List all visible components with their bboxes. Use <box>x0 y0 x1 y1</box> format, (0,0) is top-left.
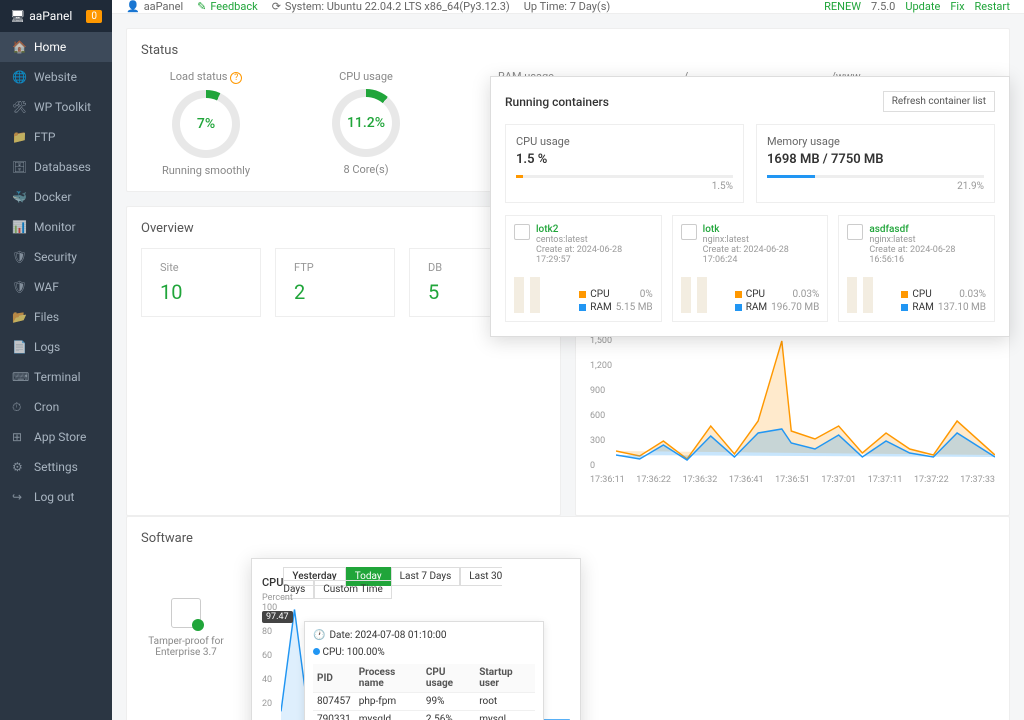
monitor-icon <box>514 224 530 240</box>
uptime: Up Time: 7 Day(s) <box>524 0 610 13</box>
file-lock-icon <box>171 598 201 628</box>
version-text: 7.5.0 <box>871 0 895 13</box>
sidebar-item-app-store[interactable]: ⊞App Store <box>0 422 112 452</box>
sidebar-item-wp-toolkit[interactable]: 🛠WP Toolkit <box>0 92 112 122</box>
monitor-icon <box>847 224 863 240</box>
process-table: PIDProcess nameCPU usageStartup user 807… <box>313 664 535 720</box>
app-store-icon: ⊞ <box>12 430 26 444</box>
cpu-chart-title: CPU <box>262 576 283 589</box>
tamper-proof[interactable]: Tamper-proof for Enterprise 3.7 <box>141 558 231 658</box>
sidebar-item-log-out[interactable]: ↪Log out <box>0 482 112 512</box>
logs-icon: 📄 <box>12 340 26 354</box>
main: 👤aaPanel ✎Feedback ⟳System: Ubuntu 22.04… <box>112 0 1024 720</box>
y-axis-title: Percent <box>262 593 293 603</box>
container-lotk2[interactable]: lotk2centos:latestCreate at: 2024-06-28 … <box>505 215 662 322</box>
topbar: 👤aaPanel ✎Feedback ⟳System: Ubuntu 22.04… <box>112 0 1024 14</box>
sidebar-item-logs[interactable]: 📄Logs <box>0 332 112 362</box>
sidebar-item-waf[interactable]: 🛡WAF <box>0 272 112 302</box>
databases-icon: 🗄 <box>12 160 26 174</box>
gauge-loadstatus[interactable]: Load status ?7%Running smoothly <box>141 70 271 177</box>
software-title: Software <box>141 531 995 546</box>
overview-title: Overview <box>141 221 546 236</box>
sidebar-item-website[interactable]: 🌐Website <box>0 62 112 92</box>
sidebar-item-docker[interactable]: 🐳Docker <box>0 182 112 212</box>
sidebar-item-settings[interactable]: ⚙Settings <box>0 452 112 482</box>
files-icon: 📂 <box>12 310 26 324</box>
help-icon[interactable]: ? <box>230 72 242 84</box>
container-lotk[interactable]: lotknginx:latestCreate at: 2024-06-28 17… <box>672 215 829 322</box>
software-card: Software Tamper-proof for Enterprise 3.7… <box>126 516 1010 720</box>
status-title: Status <box>141 43 995 58</box>
ftp-icon: 📁 <box>12 130 26 144</box>
fix-link[interactable]: Fix <box>950 0 964 13</box>
monitor-icon: 📊 <box>12 220 26 234</box>
wp-toolkit-icon: 🛠 <box>12 100 26 114</box>
chart-tab-custom-time[interactable]: Custom Time <box>314 580 392 599</box>
running-containers-panel: Running containers Refresh container lis… <box>490 76 1010 337</box>
chart-tab-last-7-days[interactable]: Last 7 Days <box>391 567 461 586</box>
refresh-containers-button[interactable]: Refresh container list <box>883 91 995 112</box>
sidebar-logo: 🖥aaPanel 0 <box>0 0 112 32</box>
feedback-link[interactable]: ✎Feedback <box>197 0 258 13</box>
restart-link[interactable]: Restart <box>975 0 1010 13</box>
sidebar-item-home[interactable]: 🏠Home <box>0 32 112 62</box>
docker-icon: 🐳 <box>12 190 26 204</box>
system-info: ⟳System: Ubuntu 22.04.2 LTS x86_64(Py3.1… <box>272 0 510 13</box>
containers-title: Running containers <box>505 95 609 109</box>
settings-icon: ⚙ <box>12 460 26 474</box>
security-icon: 🛡 <box>12 250 26 264</box>
sidebar-item-terminal[interactable]: ⌨Terminal <box>0 362 112 392</box>
traffic-chart: 1,8001,5001,2009006003000 17:36:1117:36:… <box>590 311 995 501</box>
cron-icon: ⏱ <box>12 400 26 414</box>
cpu-tooltip: 🕐Date: 2024-07-08 01:10:00 CPU: 100.00% … <box>304 621 544 720</box>
terminal-icon: ⌨ <box>12 370 26 384</box>
overview-ftp[interactable]: FTP2 <box>275 248 395 317</box>
gauge-cpuusage[interactable]: CPU usage11.2%8 Core(s) <box>301 70 431 177</box>
tamper-label: Tamper-proof for Enterprise 3.7 <box>141 636 231 658</box>
sidebar-item-cron[interactable]: ⏱Cron <box>0 392 112 422</box>
cpu-peak-badge: 97.47 <box>262 611 293 623</box>
monitor-icon: 🖥 <box>10 9 25 23</box>
sidebar-item-monitor[interactable]: 📊Monitor <box>0 212 112 242</box>
home-icon: 🏠 <box>12 40 26 54</box>
container-asdfasdf[interactable]: asdfasdfnginx:latestCreate at: 2024-06-2… <box>838 215 995 322</box>
clock-icon: 🕐 <box>313 630 325 641</box>
cpu-chart-popup: CPU YesterdayTodayLast 7 DaysLast 30 Day… <box>251 558 581 720</box>
monitor-icon <box>681 224 697 240</box>
update-link[interactable]: Update <box>905 0 940 13</box>
sidebar-item-databases[interactable]: 🗄Databases <box>0 152 112 182</box>
sidebar-item-security[interactable]: 🛡Security <box>0 242 112 272</box>
log-out-icon: ↪ <box>12 490 26 504</box>
topbar-user: 👤aaPanel <box>126 0 183 13</box>
sidebar-item-ftp[interactable]: 📁FTP <box>0 122 112 152</box>
website-icon: 🌐 <box>12 70 26 84</box>
sidebar-item-files[interactable]: 📂Files <box>0 302 112 332</box>
process-row: 807457php-fpm99%root <box>313 693 535 711</box>
notification-badge[interactable]: 0 <box>86 10 102 23</box>
overview-site[interactable]: Site10 <box>141 248 261 317</box>
memory-usage-box: Memory usage 1698 MB / 7750 MB 21.9% <box>756 124 995 203</box>
sidebar: 🖥aaPanel 0 🏠Home🌐Website🛠WP Toolkit📁FTP🗄… <box>0 0 112 720</box>
cpu-usage-box: CPU usage 1.5 % 1.5% <box>505 124 744 203</box>
waf-icon: 🛡 <box>12 280 26 294</box>
process-row: 790331mysqld2.56%mysql <box>313 711 535 720</box>
renew-link[interactable]: RENEW <box>824 0 861 13</box>
